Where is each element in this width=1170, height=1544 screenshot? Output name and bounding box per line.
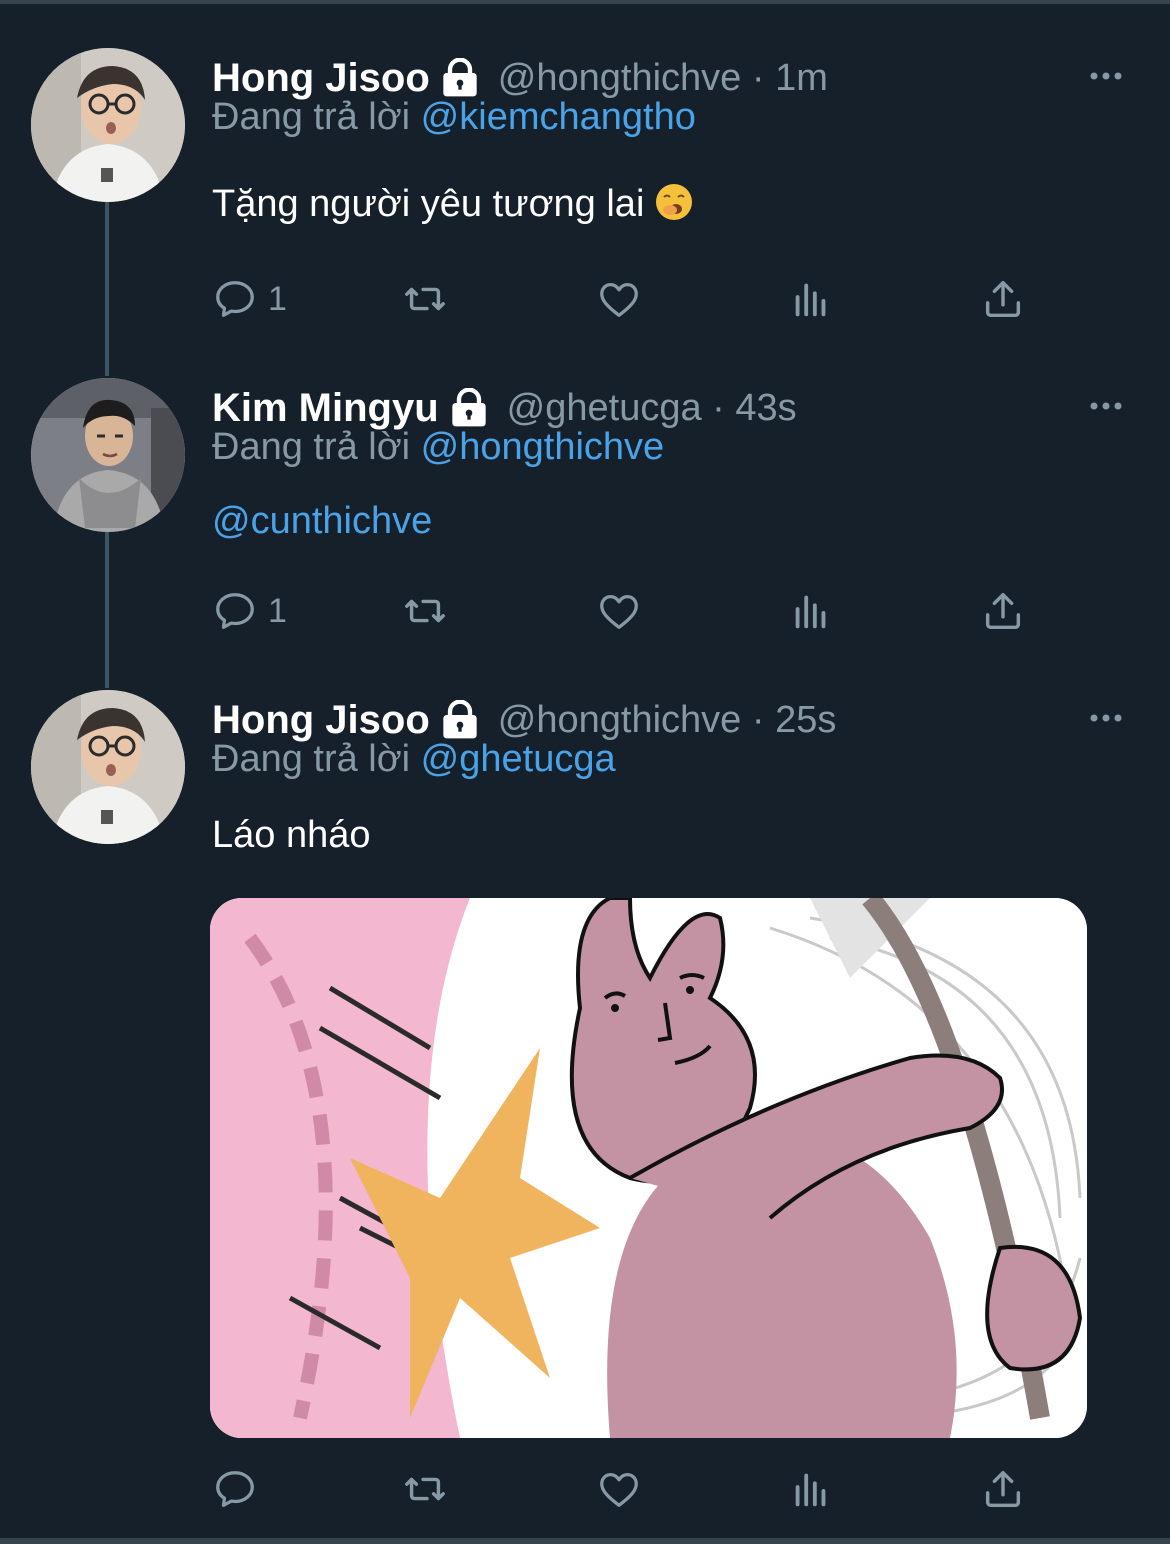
retweet-button[interactable] [402,1464,448,1514]
handle-and-time[interactable]: @ghetucga · 43s [507,387,797,430]
like-icon [600,1472,638,1507]
retweet-icon [405,287,445,311]
replying-to: Đang trả lời @kiemchangtho [212,96,696,139]
like-button[interactable] [596,1464,642,1514]
tweet[interactable]: Hong Jisoo @hongthichve · 1m Đang trả lờ… [0,48,1170,348]
retweet-icon [405,599,445,623]
share-button[interactable] [980,1464,1026,1514]
lock-icon [443,58,477,97]
replying-prefix: Đang trả lời [212,426,411,468]
tweet[interactable]: Kim Mingyu @ghetucga · 43s Đang trả lời … [0,378,1170,668]
replying-mention[interactable]: @kiemchangtho [421,96,696,138]
more-icon[interactable] [1086,698,1126,738]
top-divider [0,0,1170,4]
avatar[interactable] [31,48,185,202]
share-button[interactable] [980,586,1026,636]
share-icon [985,280,1021,318]
replying-to: Đang trả lời @ghetucga [212,738,616,781]
reply-button[interactable]: 1 [212,586,287,636]
tweet-media-image[interactable] [210,898,1087,1438]
rabbit-sticker-illustration [210,898,1087,1438]
tweet-text: Tặng người yêu tương lai [212,182,694,226]
display-name[interactable]: Hong Jisoo [212,698,430,743]
retweet-button[interactable] [402,274,448,324]
analytics-icon [795,283,826,317]
tweet-actions: 1 [212,586,1042,636]
handle-and-time[interactable]: @hongthichve · 25s [498,699,837,742]
tweet-text-content: Tặng người yêu tương lai [212,183,645,225]
lock-icon [452,388,486,427]
tweet-text: Láo nháo [212,814,371,856]
display-name[interactable]: Kim Mingyu [212,386,439,431]
tweet-actions: 1 [212,274,1042,324]
analytics-button[interactable] [788,586,834,636]
reply-count: 1 [268,279,287,318]
replying-mention[interactable]: @hongthichve [421,426,665,468]
more-icon[interactable] [1086,56,1126,96]
share-icon [985,1470,1021,1508]
yawning-face-emoji [656,184,693,220]
avatar[interactable] [31,690,185,844]
lock-icon [443,700,477,739]
display-name[interactable]: Hong Jisoo [212,56,430,101]
replying-prefix: Đang trả lời [212,96,411,138]
reply-icon [216,281,254,317]
share-icon [985,592,1021,630]
like-icon [600,594,638,629]
like-icon [600,282,638,317]
reply-button[interactable]: 1 [212,274,287,324]
analytics-button[interactable] [788,1464,834,1514]
reply-button[interactable] [212,1464,268,1514]
handle-and-time[interactable]: @hongthichve · 1m [498,57,828,100]
retweet-icon [405,1477,445,1501]
replying-to: Đang trả lời @hongthichve [212,426,664,469]
tweet-text[interactable]: @cunthichve [212,500,432,543]
like-button[interactable] [596,274,642,324]
bottom-divider [0,1538,1170,1544]
reply-icon [216,593,254,629]
analytics-icon [795,1473,826,1507]
tweet-actions [212,1464,1042,1514]
reply-icon [216,1471,254,1507]
share-button[interactable] [980,274,1026,324]
replying-mention[interactable]: @ghetucga [421,738,616,780]
retweet-button[interactable] [402,586,448,636]
analytics-button[interactable] [788,274,834,324]
analytics-icon [795,595,826,629]
more-icon[interactable] [1086,386,1126,426]
like-button[interactable] [596,586,642,636]
replying-prefix: Đang trả lời [212,738,411,780]
reply-count: 1 [268,591,287,630]
avatar[interactable] [31,378,185,532]
